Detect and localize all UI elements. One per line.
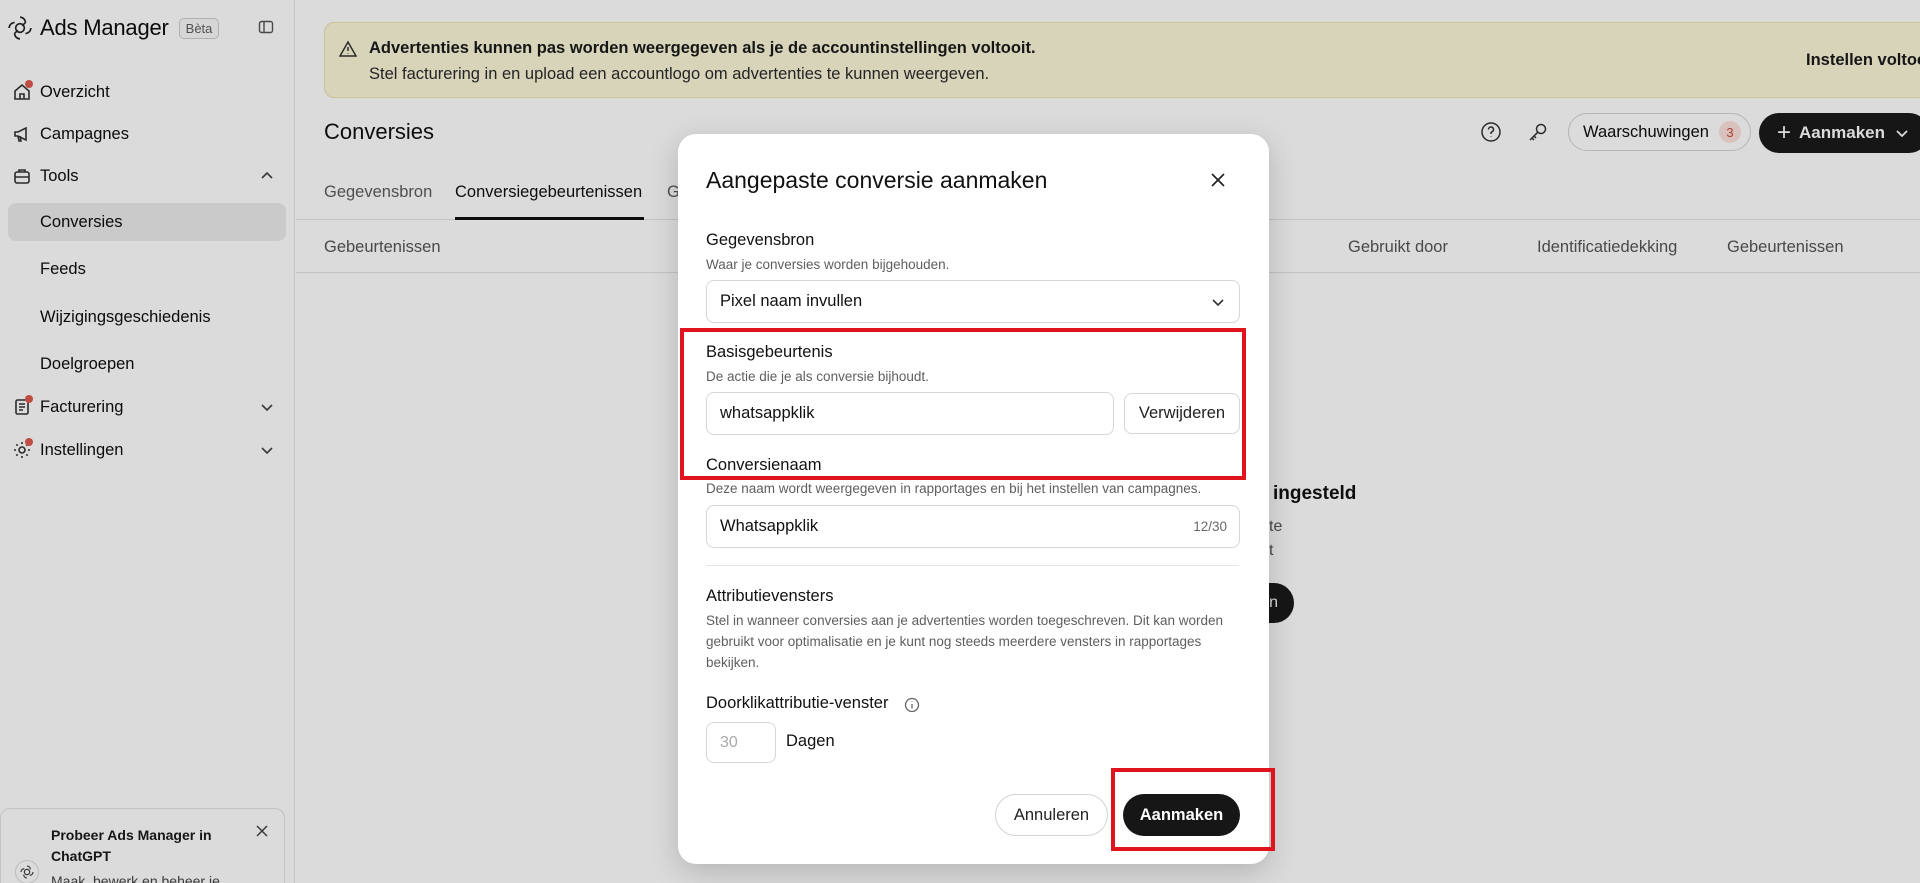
create-conversion-button[interactable]: Aanmaken [1123, 794, 1240, 836]
remove-button[interactable]: Verwijderen [1124, 393, 1240, 434]
info-icon[interactable] [904, 697, 920, 713]
click-window-days-input[interactable]: 30 [706, 722, 776, 763]
datasource-label: Gegevensbron [706, 231, 815, 249]
cancel-button[interactable]: Annuleren [995, 794, 1108, 836]
conversion-name-input[interactable]: Whatsappklik 12/30 [706, 505, 1240, 548]
create-custom-conversion-dialog: Aangepaste conversie aanmaken Gegevensbr… [678, 134, 1269, 864]
base-event-label: Basisgebeurtenis [706, 343, 833, 361]
datasource-select[interactable]: Pixel naam invullen [706, 280, 1240, 323]
datasource-help: Waar je conversies worden bijgehouden. [706, 257, 950, 272]
conversion-name-label: Conversienaam [706, 456, 822, 474]
character-counter: 12/30 [1193, 519, 1227, 534]
conversion-name-help: Deze naam wordt weergegeven in rapportag… [706, 481, 1202, 496]
dialog-title: Aangepaste conversie aanmaken [706, 167, 1048, 193]
chevron-down-icon [1212, 298, 1224, 306]
divider [706, 565, 1239, 566]
close-icon[interactable] [1210, 172, 1226, 188]
base-event-help: De actie die je als conversie bijhoudt. [706, 369, 929, 384]
conversion-name-value: Whatsappklik [720, 517, 819, 535]
click-window-label: Doorklikattributie-venster [706, 694, 889, 712]
base-event-value: whatsappklik [720, 404, 815, 422]
datasource-value: Pixel naam invullen [720, 292, 863, 310]
attribution-label: Attributievensters [706, 587, 834, 605]
days-unit-label: Dagen [786, 732, 835, 750]
attribution-help: Stel in wanneer conversies aan je advert… [706, 613, 1224, 670]
base-event-input[interactable]: whatsappklik [706, 392, 1114, 435]
